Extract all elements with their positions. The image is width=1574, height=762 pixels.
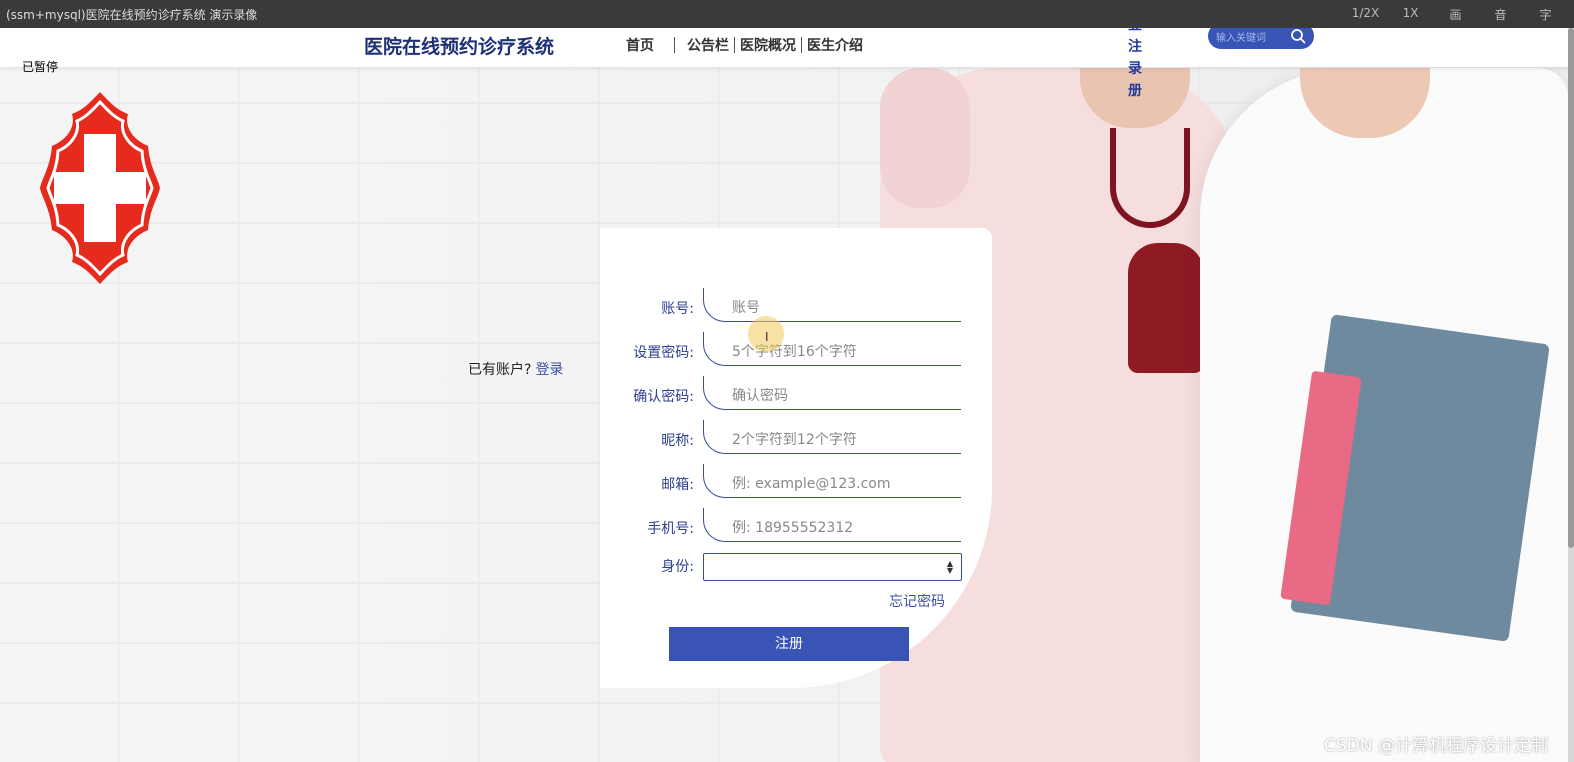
email-input[interactable] <box>732 476 942 492</box>
hospital-logo-icon <box>40 92 160 284</box>
form-row-password: 设置密码: <box>600 332 992 372</box>
search-box[interactable]: 输入关键词 <box>1208 28 1314 49</box>
account-label: 账号: <box>661 301 694 317</box>
video-title: (ssm+mysql)医院在线预约诊疗系统 演示录像 <box>6 7 258 22</box>
auth-links: 登注 录册 <box>1128 28 1188 102</box>
audio-button[interactable]: 音 <box>1478 6 1523 23</box>
nav-notice[interactable]: 公告栏 <box>675 35 734 55</box>
phone-input[interactable] <box>732 520 942 536</box>
register-form: 账号: 设置密码: 确认密码: 昵称: 邮箱: 手机号: 身份: ▲▼ <box>600 228 992 688</box>
search-input[interactable]: 输入关键词 <box>1216 29 1290 44</box>
phone-label: 手机号: <box>647 521 694 537</box>
main-nav: 首页 公告栏 医院概况 医生介绍 <box>626 35 868 55</box>
role-label: 身份: <box>661 559 694 575</box>
nurse-bow <box>1128 243 1204 373</box>
form-row-account: 账号: <box>600 288 992 328</box>
select-arrows-icon: ▲ ▼ <box>946 559 953 575</box>
login-link[interactable]: 登录 <box>535 362 563 378</box>
nickname-input[interactable] <box>732 432 942 448</box>
have-account-label: 已有账户? <box>468 362 532 378</box>
auth-row-top: 登注 <box>1128 28 1188 58</box>
nav-home[interactable]: 首页 <box>626 35 674 55</box>
speed-half-button[interactable]: 1/2X <box>1343 6 1388 23</box>
nurse-collar <box>1110 128 1190 228</box>
role-select[interactable]: ▲ ▼ <box>703 553 962 581</box>
speed-normal-button[interactable]: 1X <box>1388 6 1433 23</box>
nickname-label: 昵称: <box>661 433 694 449</box>
form-row-email: 邮箱: <box>600 464 992 504</box>
register-link-char[interactable]: 注 <box>1128 39 1164 55</box>
picture-button[interactable]: 画 <box>1433 6 1478 23</box>
account-field-wrap <box>703 288 961 322</box>
nickname-field-wrap <box>703 420 961 454</box>
nav-hospital-overview[interactable]: 医院概况 <box>735 35 801 55</box>
forgot-password-link[interactable]: 忘记密码 <box>889 591 945 611</box>
video-player-bar: (ssm+mysql)医院在线预约诊疗系统 演示录像 1/2X 1X 画 音 字 <box>0 0 1574 28</box>
nav-doctors[interactable]: 医生介绍 <box>802 35 868 55</box>
form-row-role: 身份: ▲ ▼ <box>600 550 992 590</box>
confirm-password-label: 确认密码: <box>633 389 694 405</box>
email-field-wrap <box>703 464 961 498</box>
login-link-char[interactable]: 登 <box>1128 28 1164 33</box>
have-account-text: 已有账户? 登录 <box>468 359 563 379</box>
watermark: CSDN @计算机程序设计定制 <box>1324 736 1548 756</box>
nurse-arm <box>880 68 970 208</box>
password-field-wrap <box>703 332 961 366</box>
player-controls: 1/2X 1X 画 音 字 <box>1343 6 1568 23</box>
confirm-field-wrap <box>703 376 961 410</box>
register-link-char[interactable]: 册 <box>1128 83 1164 99</box>
search-icon[interactable] <box>1290 28 1306 44</box>
login-link-char[interactable]: 录 <box>1128 61 1164 77</box>
web-page: 医院在线预约诊疗系统 首页 公告栏 医院概况 医生介绍 登注 录册 输入关键词 <box>0 28 1568 762</box>
text-cursor-icon: I <box>765 330 769 344</box>
form-row-confirm: 确认密码: <box>600 376 992 416</box>
site-header: 医院在线预约诊疗系统 首页 公告栏 医院概况 医生介绍 登注 录册 输入关键词 <box>0 28 1568 99</box>
phone-field-wrap <box>703 508 961 542</box>
password-label: 设置密码: <box>633 345 694 361</box>
form-row-phone: 手机号: <box>600 508 992 548</box>
auth-row-bottom: 录册 <box>1128 58 1188 102</box>
form-row-nickname: 昵称: <box>600 420 992 460</box>
account-input[interactable] <box>732 300 942 316</box>
page-scrollbar[interactable] <box>1568 28 1574 762</box>
paused-label: 已暂停 <box>22 60 59 74</box>
confirm-password-input[interactable] <box>732 388 942 404</box>
subtitle-button[interactable]: 字 <box>1523 6 1568 23</box>
email-label: 邮箱: <box>661 477 694 493</box>
register-button[interactable]: 注册 <box>669 627 909 661</box>
site-title[interactable]: 医院在线预约诊疗系统 <box>364 32 554 59</box>
scrollbar-thumb[interactable] <box>1568 28 1574 548</box>
